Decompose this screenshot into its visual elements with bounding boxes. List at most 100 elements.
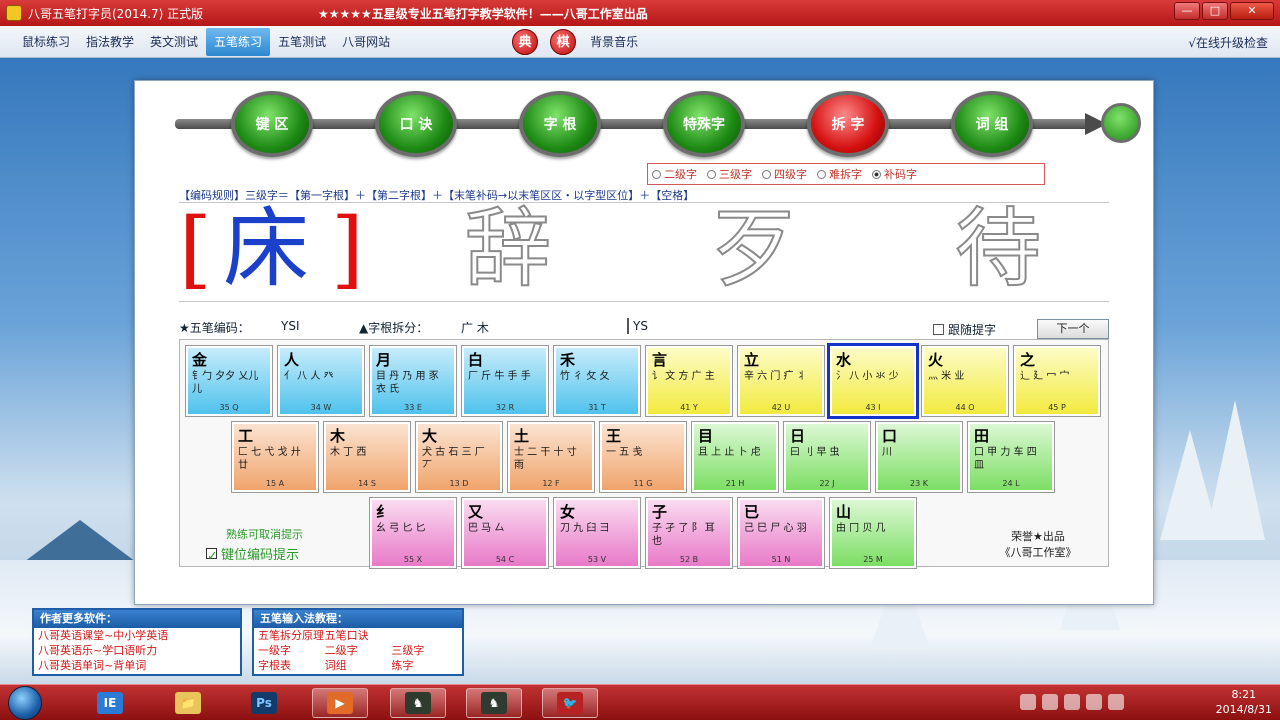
tray-icon[interactable] xyxy=(1086,694,1102,710)
key-sub-roots: 口 甲 力 车 四 皿 xyxy=(974,447,1037,471)
key-code: 21 H xyxy=(725,479,745,488)
volume-icon[interactable] xyxy=(1108,694,1124,710)
photoshop-icon: Ps xyxy=(251,692,277,714)
key-g[interactable]: 王一 五 戋 11 G xyxy=(599,421,687,493)
clock[interactable]: 8:21 2014/8/31 xyxy=(1216,687,1272,717)
key-code: 41 Y xyxy=(680,403,698,412)
step-split-chars[interactable]: 拆 字 xyxy=(807,91,889,157)
step-special-chars[interactable]: 特殊字 xyxy=(663,91,745,157)
taskbar-explorer-button[interactable]: 📁 xyxy=(160,688,216,718)
key-y[interactable]: 言讠 文 方 广 主 41 Y xyxy=(645,345,733,417)
radio-hard-split[interactable]: 难拆字 xyxy=(817,166,862,182)
taskbar: IE 📁 Ps ▶ ♞ ♞ 🐦 8:21 2014/8/31 xyxy=(0,684,1280,720)
key-c[interactable]: 又巴 马 厶 54 C xyxy=(461,497,549,569)
taskbar-typing-app-button[interactable]: 🐦 xyxy=(542,688,598,718)
menu-mouse-practice[interactable]: 鼠标练习 xyxy=(14,28,78,56)
window-controls: — □ ✕ xyxy=(1172,2,1274,20)
key-b[interactable]: 子子 孑 了 阝 耳 也 52 B xyxy=(645,497,733,569)
dian-badge-button[interactable]: 典 xyxy=(512,28,539,55)
key-s[interactable]: 木木 丁 西 14 S xyxy=(323,421,411,493)
next-button[interactable]: 下一个 xyxy=(1037,319,1109,339)
key-x[interactable]: 纟幺 弓 匕 匕 55 X xyxy=(369,497,457,569)
title-bar: 八哥五笔打字员(2014.7) 正式版 ★★★★★五星级专业五笔打字教学软件！—… xyxy=(0,0,1280,26)
key-code: 23 K xyxy=(910,479,928,488)
key-m[interactable]: 山由 冂 贝 几 25 M xyxy=(829,497,917,569)
radio-level-3[interactable]: 三级字 xyxy=(707,166,752,182)
typed-input-value[interactable]: YS xyxy=(633,319,648,333)
key-d[interactable]: 大犬 古 石 三 厂 丆 13 D xyxy=(415,421,503,493)
tutorial-link[interactable]: 字根表 xyxy=(258,658,325,673)
key-code-hint-checkbox[interactable]: ✓ 键位编码提示 xyxy=(206,544,299,564)
key-k[interactable]: 口川 23 K xyxy=(875,421,963,493)
menu-wubi-test[interactable]: 五笔测试 xyxy=(270,28,334,56)
radio-supplement[interactable]: 补码字 xyxy=(872,166,917,182)
start-button[interactable] xyxy=(8,686,42,720)
key-sub-roots: 刀 九 臼 彐 xyxy=(560,523,610,534)
tutorial-link[interactable]: 二级字 xyxy=(325,643,392,658)
tutorial-link[interactable] xyxy=(391,628,458,643)
key-code: 31 T xyxy=(588,403,606,412)
software-link[interactable]: 八哥英语乐~学口语听力 xyxy=(34,643,240,658)
qi-badge-button[interactable]: 棋 xyxy=(550,28,577,55)
background-music-button[interactable]: 背景音乐 xyxy=(582,28,646,56)
key-p[interactable]: 之辶 廴 冖 宀 45 P xyxy=(1013,345,1101,417)
radio-dot-selected-icon xyxy=(872,169,881,179)
key-h[interactable]: 目且 上 止 卜 虍 21 H xyxy=(691,421,779,493)
radio-level-4[interactable]: 四级字 xyxy=(762,166,807,182)
tutorial-link[interactable]: 练字 xyxy=(391,658,458,673)
key-w[interactable]: 人亻 八 人 癶 34 W xyxy=(277,345,365,417)
text-cursor xyxy=(627,318,629,334)
tray-icon[interactable] xyxy=(1020,694,1036,710)
step-roots[interactable]: 字 根 xyxy=(519,91,601,157)
key-code: 24 L xyxy=(1002,479,1020,488)
tutorial-link[interactable]: 三级字 xyxy=(391,643,458,658)
menu-fingering[interactable]: 指法教学 xyxy=(78,28,142,56)
tutorial-link[interactable]: 五笔口诀 xyxy=(325,628,392,643)
key-e[interactable]: 月目 丹 乃 用 豕 衣 氏 33 E xyxy=(369,345,457,417)
key-i[interactable]: 水氵 八 小 氺 少 43 I xyxy=(827,343,919,419)
key-r[interactable]: 白厂 斤 牛 手 手 32 R xyxy=(461,345,549,417)
key-f[interactable]: 土士 二 干 十 寸 雨 12 F xyxy=(507,421,595,493)
key-t[interactable]: 禾竹 彳 攵 夂 31 T xyxy=(553,345,641,417)
taskbar-app-button[interactable]: ♞ xyxy=(466,688,522,718)
minimize-button[interactable]: — xyxy=(1174,2,1200,20)
step-key-zone[interactable]: 键 区 xyxy=(231,91,313,157)
radio-dot-icon xyxy=(707,169,716,179)
key-sub-roots: 曰 刂 早 虫 xyxy=(790,447,840,458)
upgrade-check-link[interactable]: √在线升级检查 xyxy=(1188,34,1268,51)
key-q[interactable]: 金钅勹 夕夕 乂儿 儿 35 Q xyxy=(185,345,273,417)
follow-hint-checkbox[interactable]: 跟随提字 xyxy=(933,321,996,338)
tray-icon[interactable] xyxy=(1064,694,1080,710)
software-link[interactable]: 八哥英语单词~背单词 xyxy=(34,658,240,673)
key-code: 15 A xyxy=(265,479,285,488)
key-root: 金 xyxy=(192,351,208,369)
key-sub-roots: 钅勹 夕夕 乂儿 儿 xyxy=(192,371,259,395)
step-phrases[interactable]: 词 组 xyxy=(951,91,1033,157)
menu-wubi-practice[interactable]: 五笔练习 xyxy=(206,27,271,56)
step-mnemonic[interactable]: 口 诀 xyxy=(375,91,457,157)
close-button[interactable]: ✕ xyxy=(1230,2,1274,20)
taskbar-photoshop-button[interactable]: Ps xyxy=(236,688,292,718)
key-v[interactable]: 女刀 九 臼 彐 53 V xyxy=(553,497,641,569)
key-j[interactable]: 日曰 刂 早 虫 22 J xyxy=(783,421,871,493)
menu-english-test[interactable]: 英文测试 xyxy=(142,28,206,56)
tutorial-link[interactable]: 一级字 xyxy=(258,643,325,658)
software-link[interactable]: 八哥英语课堂~中小学英语 xyxy=(34,628,240,643)
key-u[interactable]: 立辛 六 门 疒 丬 42 U xyxy=(737,345,825,417)
key-n[interactable]: 已己 巳 尸 心 羽 51 N xyxy=(737,497,825,569)
key-a[interactable]: 工匚 七 弋 戈 廾 廿 15 A xyxy=(231,421,319,493)
key-code: 12 F xyxy=(542,479,560,488)
key-sub-roots: 厂 斤 牛 手 手 xyxy=(468,371,531,382)
tutorial-link[interactable]: 词组 xyxy=(325,658,392,673)
taskbar-app-button[interactable]: ♞ xyxy=(390,688,446,718)
maximize-button[interactable]: □ xyxy=(1202,2,1228,20)
tray-icon[interactable] xyxy=(1042,694,1058,710)
radio-level-2[interactable]: 二级字 xyxy=(652,166,697,182)
tutorial-link[interactable]: 五笔拆分原理 xyxy=(258,628,325,643)
key-l[interactable]: 田口 甲 力 车 四 皿 24 L xyxy=(967,421,1055,493)
wubi-code-value: YSI xyxy=(281,319,300,333)
menu-website[interactable]: 八哥网站 xyxy=(334,28,398,56)
taskbar-ie-button[interactable]: IE xyxy=(82,688,138,718)
key-o[interactable]: 火灬 米 业 44 O xyxy=(921,345,1009,417)
taskbar-player-button[interactable]: ▶ xyxy=(312,688,368,718)
